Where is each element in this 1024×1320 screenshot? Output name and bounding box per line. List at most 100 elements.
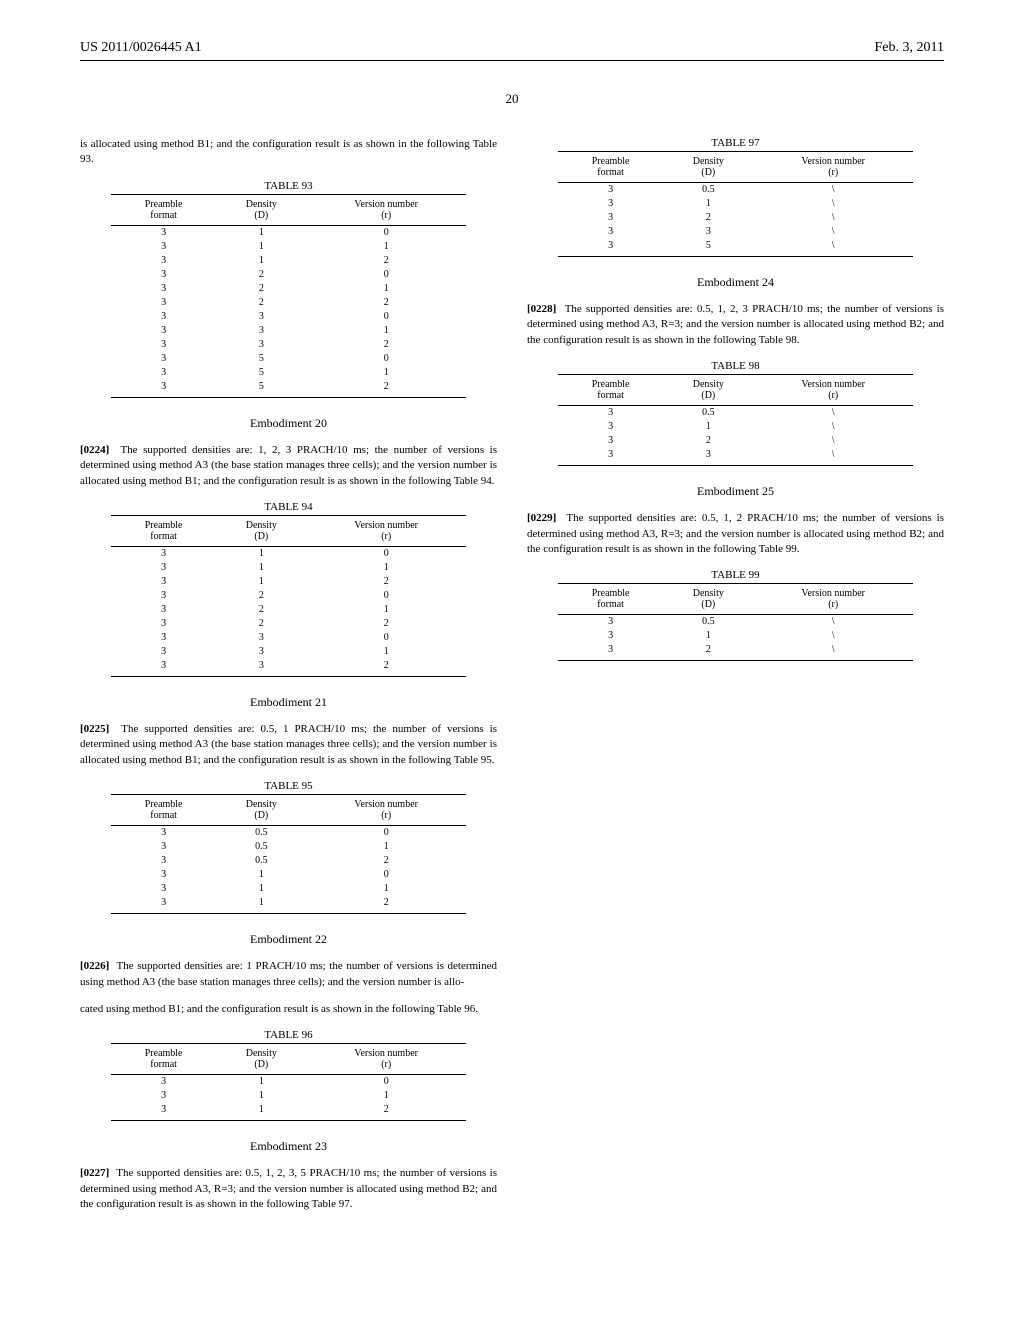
table-header-cell: Preambleformat <box>558 584 663 615</box>
table-row: 311 <box>111 240 465 254</box>
table-cell: 0.5 <box>216 854 307 868</box>
table-header-cell: Version number(r) <box>307 194 466 225</box>
table-cell: 3 <box>111 603 216 617</box>
table-header-cell: Version number(r) <box>307 1044 466 1075</box>
table-cell: 3 <box>111 840 216 854</box>
table-row: 32\ <box>558 211 912 225</box>
table-header-cell: Density(D) <box>663 584 754 615</box>
table-cell: 0 <box>307 589 466 603</box>
table-cell: 3 <box>111 268 216 282</box>
para-text-0226: The supported densities are: 1 PRACH/10 … <box>80 960 497 987</box>
embodiment-22-title: Embodiment 22 <box>80 932 497 947</box>
table-row: 320 <box>111 268 465 282</box>
page-header: US 2011/0026445 A1 Feb. 3, 2011 <box>80 40 944 56</box>
table-row: 332 <box>111 659 465 677</box>
table-cell: 1 <box>663 420 754 434</box>
table-cell: 1 <box>307 882 466 896</box>
table-cell: 0 <box>307 546 466 561</box>
table-cell: 1 <box>216 254 307 268</box>
table-row: 310 <box>111 868 465 882</box>
table-cell: \ <box>754 629 913 643</box>
table-cell: 3 <box>558 225 663 239</box>
table-row: 31\ <box>558 420 912 434</box>
table-cell: 3 <box>111 310 216 324</box>
table-cell: 1 <box>307 840 466 854</box>
table-cell: 1 <box>663 197 754 211</box>
table-cell: 3 <box>111 854 216 868</box>
table-row: 322 <box>111 296 465 310</box>
table-97: PreambleformatDensity(D)Version number(r… <box>558 151 912 257</box>
table-row: 30.51 <box>111 840 465 854</box>
table-cell: 3 <box>558 183 663 198</box>
table-header-cell: Preambleformat <box>111 515 216 546</box>
table-row: 32\ <box>558 434 912 448</box>
table-cell: 2 <box>663 643 754 661</box>
table-cell: 3 <box>111 868 216 882</box>
table-cell: \ <box>754 420 913 434</box>
table-cell: 1 <box>216 561 307 575</box>
table-cell: 3 <box>111 352 216 366</box>
table-cell: 3 <box>111 1089 216 1103</box>
para-num-0228: [0228] <box>527 303 556 315</box>
table-cell: 0.5 <box>663 183 754 198</box>
table-cell: 3 <box>111 338 216 352</box>
table-row: 332 <box>111 338 465 352</box>
para-text-0229: The supported densities are: 0.5, 1, 2 P… <box>527 512 944 555</box>
table-header-cell: Preambleformat <box>558 375 663 406</box>
table-cell: 0 <box>307 225 466 240</box>
table-row: 322 <box>111 617 465 631</box>
content-columns: is allocated using method B1; and the co… <box>80 137 944 1237</box>
table-cell: 2 <box>307 296 466 310</box>
table-row: 351 <box>111 366 465 380</box>
table-cell: 3 <box>111 645 216 659</box>
table-cell: 2 <box>216 589 307 603</box>
table-cell: 1 <box>216 575 307 589</box>
table-cell: 3 <box>111 826 216 841</box>
table-row: 310 <box>111 1075 465 1090</box>
table-cell: 2 <box>216 268 307 282</box>
table-cell: 2 <box>216 617 307 631</box>
table-95-title: TABLE 95 <box>80 780 497 792</box>
table-cell: 3 <box>216 659 307 677</box>
table-cell: 3 <box>111 882 216 896</box>
table-row: 35\ <box>558 239 912 257</box>
table-93: PreambleformatDensity(D)Version number(r… <box>111 194 465 398</box>
table-cell: \ <box>754 239 913 257</box>
table-cell: 1 <box>216 240 307 254</box>
table-cell: 2 <box>307 575 466 589</box>
table-cell: 3 <box>111 240 216 254</box>
embodiment-24-title: Embodiment 24 <box>527 275 944 290</box>
table-cell: 0.5 <box>216 840 307 854</box>
table-cell: 2 <box>216 282 307 296</box>
table-cell: 0 <box>307 826 466 841</box>
table-cell: 0 <box>307 868 466 882</box>
para-num-0229: [0229] <box>527 512 556 524</box>
table-cell: 3 <box>216 324 307 338</box>
table-cell: 5 <box>216 366 307 380</box>
publication-number: US 2011/0026445 A1 <box>80 40 202 56</box>
table-cell: \ <box>754 197 913 211</box>
table-header-cell: Density(D) <box>663 152 754 183</box>
table-cell: 1 <box>663 629 754 643</box>
table-cell: 2 <box>307 338 466 352</box>
table-cell: \ <box>754 406 913 421</box>
table-cell: 2 <box>307 1103 466 1121</box>
table-cell: 3 <box>558 434 663 448</box>
para-num-0226: [0226] <box>80 960 109 972</box>
table-cell: 5 <box>216 352 307 366</box>
table-header-cell: Preambleformat <box>558 152 663 183</box>
embodiment-22-text: [0226] The supported densities are: 1 PR… <box>80 959 497 990</box>
para-num-0224: [0224] <box>80 444 109 456</box>
table-row: 312 <box>111 1103 465 1121</box>
table-cell: 2 <box>307 254 466 268</box>
intro-paragraph-left: is allocated using method B1; and the co… <box>80 137 497 168</box>
table-cell: 1 <box>307 1089 466 1103</box>
table-cell: 3 <box>558 448 663 466</box>
table-cell: 1 <box>307 240 466 254</box>
table-cell: 3 <box>111 575 216 589</box>
table-cell: 1 <box>216 1075 307 1090</box>
table-header-cell: Preambleformat <box>111 194 216 225</box>
table-cell: 0 <box>307 352 466 366</box>
para-text-0225: The supported densities are: 0.5, 1 PRAC… <box>80 723 497 766</box>
table-cell: \ <box>754 448 913 466</box>
